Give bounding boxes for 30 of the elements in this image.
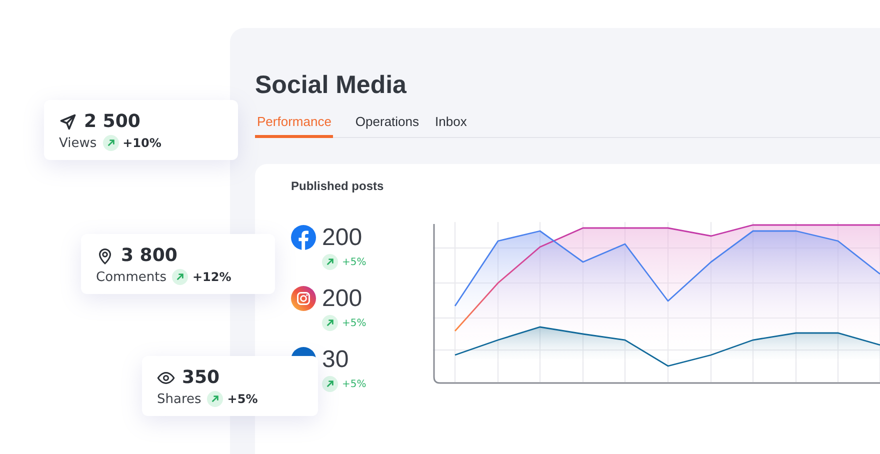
trend-up-icon [102,135,119,151]
location-pin-icon [96,247,114,265]
post-count: 200 [322,286,364,312]
change-value: +10% [122,136,162,150]
trend-up-icon [172,269,188,285]
post-count: 30 [322,347,350,373]
send-icon [59,113,77,131]
trend-up-icon [322,315,338,331]
facebook-icon [291,225,316,250]
eye-icon [157,369,175,387]
instagram-icon [291,286,316,311]
stat-label: Comments [96,270,166,284]
change-value: +5% [342,378,366,390]
change-value: +5% [342,256,366,268]
stat-value: 3 800 [121,246,178,266]
change-value: +5% [342,318,366,328]
stat-value: 350 [182,368,220,388]
trend-up-icon [322,376,338,392]
tab[interactable]: Operations [353,110,422,138]
change-value: +5% [227,392,258,406]
stat-value: 2 500 [84,112,140,132]
trend-up-icon [207,391,224,407]
stat-label: Views [59,136,97,150]
card-title: Published posts [291,179,385,193]
post-count: 200 [322,225,364,251]
trend-up-icon [322,254,338,270]
stat-label: Shares [157,392,202,406]
page-title: Social Media [255,70,408,100]
tab[interactable]: Inbox [433,110,469,138]
change-value: +12% [192,270,232,284]
